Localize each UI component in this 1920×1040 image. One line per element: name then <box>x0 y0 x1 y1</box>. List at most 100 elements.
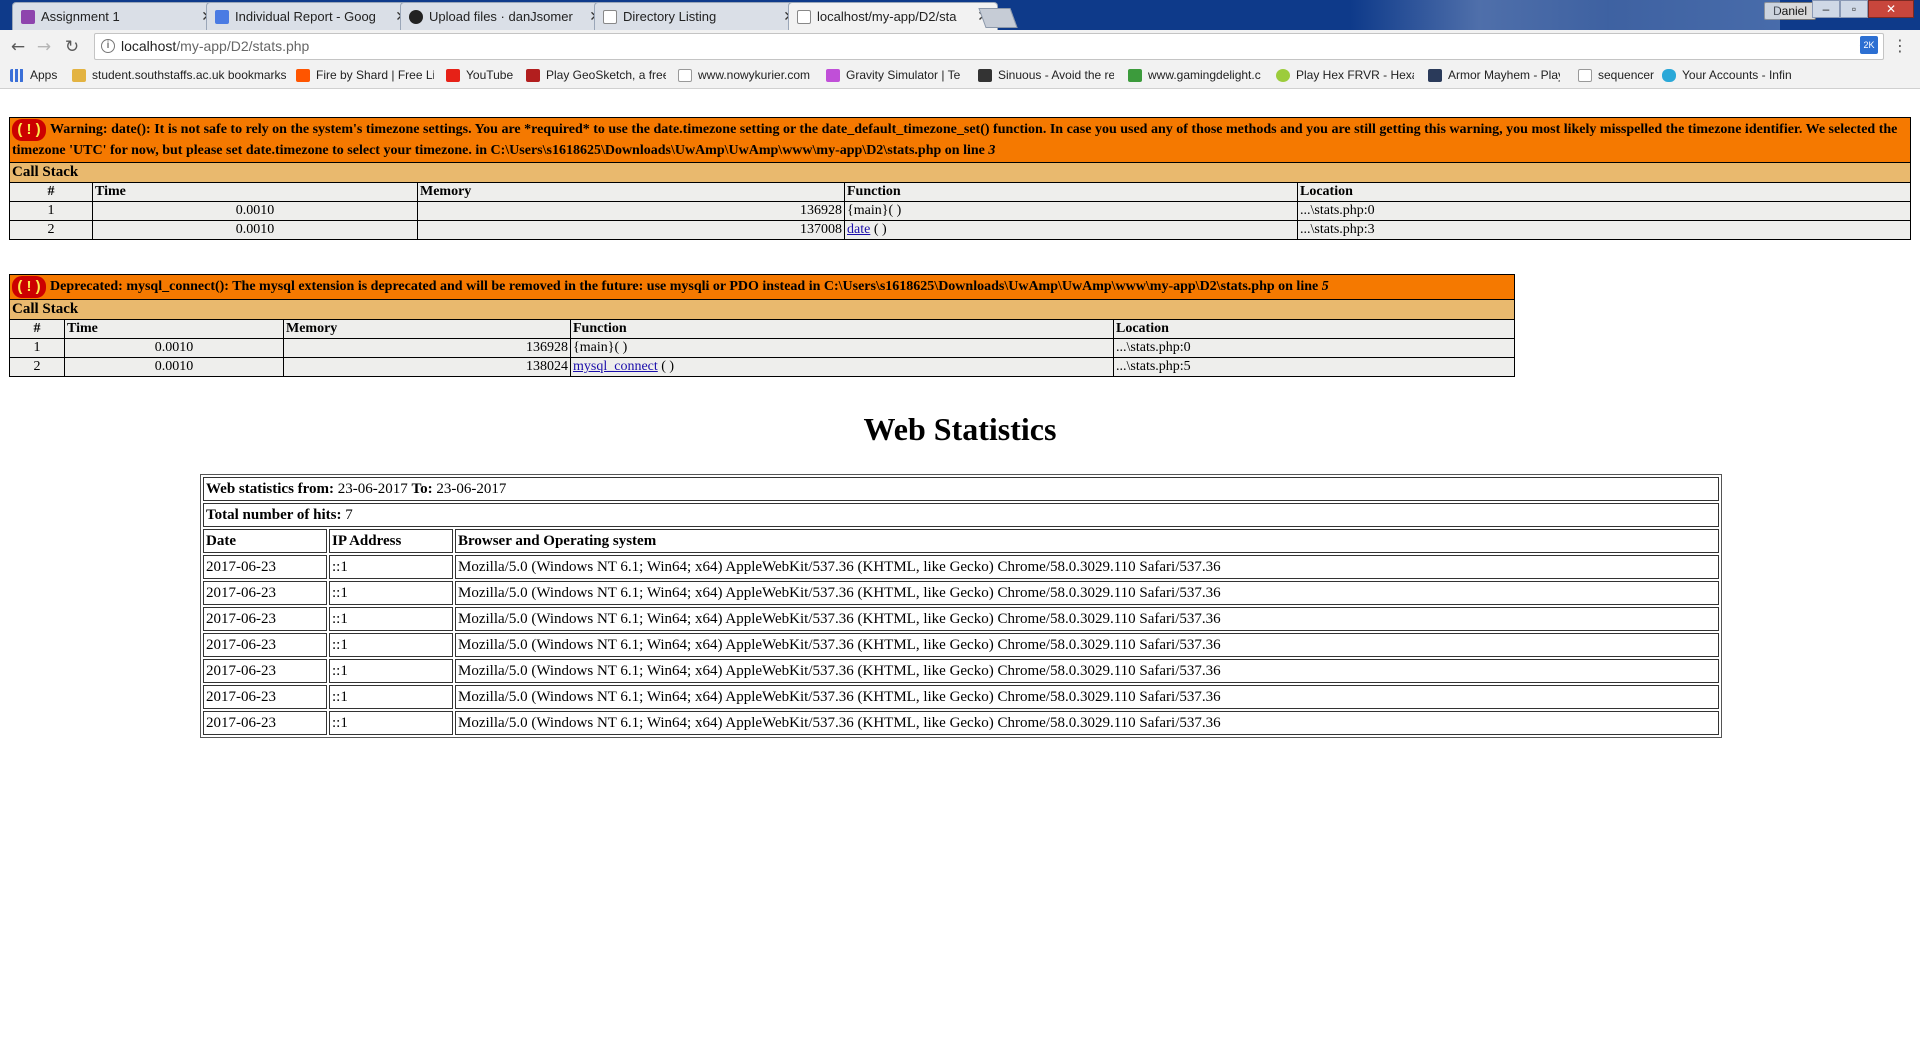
stack-location: ...\stats.php:0 <box>1113 338 1515 358</box>
tab-directory-listing[interactable]: Directory Listing ✕ <box>594 2 804 30</box>
stack-time: 0.0010 <box>92 220 418 240</box>
col-browser-label: Browser and Operating system <box>458 532 657 549</box>
stack-num: 2 <box>9 220 93 240</box>
stack-location: ...\stats.php:0 <box>1297 201 1911 221</box>
warning-text: Warning: date(): It is not safe to rely … <box>12 122 1898 158</box>
user-profile-button[interactable]: Daniel <box>1764 2 1817 20</box>
bookmark-label: student.southstaffs.ac.uk bookmarks <box>92 68 286 82</box>
bookmark-geosketch[interactable]: Play GeoSketch, a free <box>526 64 666 88</box>
bookmark-label: Sinuous - Avoid the re <box>998 68 1114 82</box>
bookmark-label: Play GeoSketch, a free <box>546 68 666 82</box>
row-agent: Mozilla/5.0 (Windows NT 6.1; Win64; x64)… <box>455 607 1719 631</box>
col-memory: Memory <box>283 319 571 339</box>
row-ip: ::1 <box>329 633 453 657</box>
hex-icon <box>1276 69 1290 82</box>
bookmark-hex-frvr[interactable]: Play Hex FRVR - Hexa <box>1276 64 1414 88</box>
stack-num: 1 <box>9 338 65 358</box>
table-row: 2017-06-23::1 Mozilla/5.0 (Windows NT 6.1… <box>203 607 1719 631</box>
row-ip: ::1 <box>329 711 453 735</box>
function-name: {main} <box>847 203 889 218</box>
url-path: /my-app/D2/stats.php <box>176 38 310 54</box>
bookmarks-bar: Apps student.southstaffs.ac.uk bookmarks… <box>0 64 1920 89</box>
bookmark-gravity-simulator[interactable]: Gravity Simulator | Te <box>826 64 966 88</box>
table-row: 2017-06-23::1 Mozilla/5.0 (Windows NT 6.1… <box>203 555 1719 579</box>
bookmark-label: Gravity Simulator | Te <box>846 68 961 82</box>
address-bar[interactable]: i localhost/my-app/D2/stats.php ☆ <box>94 33 1884 60</box>
col-location: Location <box>1113 319 1515 339</box>
bookmark-youtube[interactable]: YouTube <box>446 64 524 88</box>
col-memory: Memory <box>417 182 845 202</box>
bookmark-armor-mayhem[interactable]: Armor Mayhem - Play <box>1428 64 1560 88</box>
bookmark-label: sequencer <box>1598 68 1655 82</box>
stack-num: 1 <box>9 201 93 221</box>
to-date: 23-06-2017 <box>432 480 507 497</box>
page-title: Web Statistics <box>863 411 1057 447</box>
tab-assignment-1[interactable]: Assignment 1 ✕ <box>12 2 222 30</box>
function-args: ( ) <box>870 222 887 237</box>
warning-message: ( ! ) Warning: date(): It is not safe to … <box>9 117 1911 163</box>
bookmark-apps[interactable]: Apps <box>10 64 62 88</box>
maximize-button[interactable]: ▫ <box>1840 0 1868 18</box>
tab-upload-files[interactable]: Upload files · danJsomer ✕ <box>400 2 610 30</box>
stack-time: 0.0010 <box>92 201 418 221</box>
s-icon <box>978 69 992 82</box>
forward-arrow-icon[interactable]: → <box>32 35 56 59</box>
tab-stats-active[interactable]: localhost/my-app/D2/sta ✕ <box>788 2 998 30</box>
stats-header-row: Date IP Address Browser and Operating sy… <box>203 529 1719 553</box>
stack-function: {main}( ) <box>570 338 1114 358</box>
to-label: To: <box>411 480 433 497</box>
k-icon <box>526 69 540 82</box>
row-ip: ::1 <box>329 607 453 631</box>
bookmark-southstaffs-folder[interactable]: student.southstaffs.ac.uk bookmarks <box>72 64 286 88</box>
col-date-label: Date <box>206 532 236 549</box>
from-label: Web statistics from: <box>206 480 335 497</box>
php-doc-link[interactable]: date <box>847 222 870 237</box>
row-date: 2017-06-23 <box>203 711 327 735</box>
row-ip: ::1 <box>329 659 453 683</box>
menu-dots-icon[interactable]: ⋮ <box>1892 35 1908 57</box>
minimize-button[interactable]: – <box>1812 0 1840 18</box>
youtube-icon <box>446 69 460 82</box>
stack-time: 0.0010 <box>64 338 284 358</box>
col-num: # <box>9 182 93 202</box>
soundcloud-icon <box>296 69 310 82</box>
bookmark-fire-by-shard[interactable]: Fire by Shard | Free Li <box>296 64 434 88</box>
table-row: 2017-06-23::1 Mozilla/5.0 (Windows NT 6.1… <box>203 633 1719 657</box>
tab-title: Individual Report - Goog <box>235 9 376 24</box>
warning-error-table: ( ! ) Warning: date(): It is not safe to … <box>9 117 1911 240</box>
stack-memory: 138024 <box>283 357 571 377</box>
table-row: 2017-06-23::1 Mozilla/5.0 (Windows NT 6.1… <box>203 685 1719 709</box>
deprecated-error-table: ( ! ) Deprecated: mysql_connect(): The my… <box>9 274 1515 377</box>
bookmark-label: Play Hex FRVR - Hexa <box>1296 68 1414 82</box>
tab-individual-report[interactable]: Individual Report - Goog ✕ <box>206 2 416 30</box>
stack-function: {main}( ) <box>844 201 1298 221</box>
bookmark-sequencer[interactable]: sequencer <box>1578 64 1664 88</box>
bookmark-your-accounts[interactable]: Your Accounts - Infin <box>1662 64 1802 88</box>
bookmark-gamingdelight[interactable]: www.gamingdelight.c <box>1128 64 1262 88</box>
back-arrow-icon[interactable]: ← <box>6 35 30 59</box>
bookmark-sinuous[interactable]: Sinuous - Avoid the re <box>978 64 1114 88</box>
bookmark-label: Your Accounts - Infin <box>1682 68 1792 82</box>
info-icon[interactable]: i <box>101 39 115 53</box>
stack-num: 2 <box>9 357 65 377</box>
deprecated-line: 5 <box>1321 279 1329 295</box>
function-args: ( ) <box>888 203 902 218</box>
table-row: 1 0.0010 136928 {main}( ) ...\stats.php:… <box>9 338 1515 358</box>
reload-icon[interactable]: ↻ <box>60 35 84 59</box>
col-location: Location <box>1297 182 1911 202</box>
php-doc-link[interactable]: mysql_connect <box>573 359 658 374</box>
hits-label: Total number of hits: <box>206 506 342 523</box>
stack-memory: 136928 <box>283 338 571 358</box>
tab-title: Upload files · danJsomer <box>429 9 573 24</box>
new-tab-button[interactable] <box>978 8 1018 28</box>
row-agent: Mozilla/5.0 (Windows NT 6.1; Win64; x64)… <box>455 555 1719 579</box>
close-window-button[interactable]: ✕ <box>1868 0 1914 18</box>
row-date: 2017-06-23 <box>203 581 327 605</box>
error-badge-icon: ( ! ) <box>12 276 46 298</box>
stats-range-cell: Web statistics from: 23-06-2017 To: 23-0… <box>203 477 1719 501</box>
bookmark-nowykurier[interactable]: www.nowykurier.com <box>678 64 812 88</box>
stack-location: ...\stats.php:3 <box>1297 220 1911 240</box>
stack-memory: 137008 <box>417 220 845 240</box>
infinity-icon <box>1662 69 1676 82</box>
extension-icon[interactable]: 2K <box>1860 36 1878 54</box>
